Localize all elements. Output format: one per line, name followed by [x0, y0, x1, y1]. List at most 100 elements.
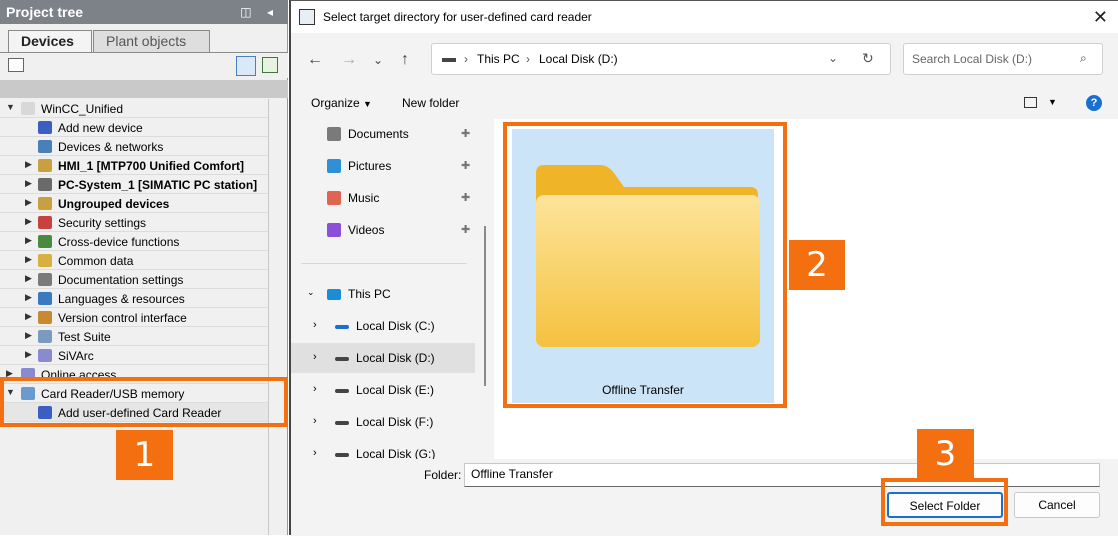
view-options-icon[interactable]	[1024, 97, 1037, 108]
tree-item[interactable]: ▶ Test Suite	[0, 327, 268, 346]
organize-menu[interactable]: Organize ▼	[311, 96, 372, 110]
tree-item[interactable]: ▶ Version control interface	[0, 308, 268, 327]
expand-chevron-icon[interactable]: ›	[313, 319, 317, 331]
collapse-arrow-icon[interactable]: ▶	[25, 235, 32, 246]
tab-plant-objects[interactable]: Plant objects	[93, 30, 210, 52]
tree-node-icon	[38, 140, 52, 153]
refresh-icon[interactable]: ↻	[862, 50, 874, 67]
tree-item-label: Security settings	[58, 216, 147, 230]
nav-label: Videos	[348, 223, 385, 237]
new-folder-button[interactable]: New folder	[402, 96, 459, 110]
tree-node-icon	[21, 102, 35, 115]
search-icon[interactable]: ⌕	[1080, 51, 1087, 66]
tree-item-label: Documentation settings	[58, 273, 184, 287]
nav-label: Local Disk (F:)	[356, 415, 434, 429]
nav-item-this-pc[interactable]: ⌄ This PC	[291, 279, 475, 309]
highlight-card-reader	[0, 377, 288, 427]
collapse-arrow-icon[interactable]: ▶	[25, 349, 32, 360]
library-icon	[327, 223, 341, 237]
callout-badge-1: 1	[116, 430, 173, 480]
tree-item[interactable]: ▼ WinCC_Unified	[0, 99, 268, 118]
expand-chevron-icon[interactable]: ›	[313, 383, 317, 395]
expand-chevron-icon[interactable]: ⌄	[307, 287, 315, 298]
tree-item[interactable]: ▶ Languages & resources	[0, 289, 268, 308]
address-bar[interactable]: › This PC › Local Disk (D:) ⌄ ↻	[431, 43, 891, 75]
expand-chevron-icon[interactable]: ›	[313, 415, 317, 427]
collapse-arrow-icon[interactable]: ▶	[25, 292, 32, 303]
nav-item-drive[interactable]: › Local Disk (D:)	[291, 343, 475, 373]
breadcrumb-this-pc[interactable]: This PC	[477, 52, 520, 66]
tree-item-label: HMI_1 [MTP700 Unified Comfort]	[58, 159, 245, 173]
nav-item-drive[interactable]: › Local Disk (E:)	[291, 375, 475, 405]
collapse-arrow-icon[interactable]: ▶	[25, 330, 32, 341]
tree-node-icon	[38, 330, 52, 343]
project-tree-toolbar	[0, 52, 288, 78]
nav-scrollbar[interactable]	[484, 226, 486, 386]
tree-node-icon	[38, 121, 52, 134]
nav-label: Music	[348, 191, 380, 205]
tree-node-icon	[38, 159, 52, 172]
nav-item-quick-access[interactable]: Documents ✚	[291, 119, 475, 149]
help-icon[interactable]: ?	[1086, 95, 1102, 111]
tree-item[interactable]: Devices & networks	[0, 137, 268, 156]
nav-item-drive[interactable]: › Local Disk (F:)	[291, 407, 475, 437]
pin-icon[interactable]: ✚	[461, 223, 470, 236]
drive-icon	[335, 389, 349, 393]
tree-item[interactable]: ▶ HMI_1 [MTP700 Unified Comfort]	[0, 156, 268, 175]
collapse-arrow-icon[interactable]: ▶	[25, 254, 32, 265]
tab-devices[interactable]: Devices	[8, 30, 92, 52]
up-arrow-icon[interactable]: ↑	[401, 51, 409, 69]
nav-label: Local Disk (D:)	[356, 351, 435, 365]
properties-icon[interactable]	[8, 58, 24, 72]
collapse-arrow-icon[interactable]: ▶	[25, 273, 32, 284]
tree-item[interactable]: ▶ Security settings	[0, 213, 268, 232]
search-box[interactable]: Search Local Disk (D:) ⌕	[903, 43, 1103, 75]
nav-item-quick-access[interactable]: Music ✚	[291, 183, 475, 213]
library-icon	[327, 127, 341, 141]
expand-chevron-icon[interactable]: ›	[313, 447, 317, 459]
pin-icon[interactable]: ✚	[461, 159, 470, 172]
tree-item[interactable]: ▶ Common data	[0, 251, 268, 270]
tree-item-label: Version control interface	[58, 311, 187, 325]
tree-item[interactable]: ▶ PC-System_1 [SIMATIC PC station]	[0, 175, 268, 194]
nav-item-quick-access[interactable]: Videos ✚	[291, 215, 475, 245]
pin-icon[interactable]: ✚	[461, 127, 470, 140]
nav-item-drive[interactable]: › Local Disk (C:)	[291, 311, 475, 341]
tree-item[interactable]: ▶ Documentation settings	[0, 270, 268, 289]
tree-item[interactable]: Add new device	[0, 118, 268, 137]
library-icon	[327, 159, 341, 173]
command-bar: Organize ▼ New folder ▼ ?	[291, 85, 1118, 119]
tree-node-icon	[38, 235, 52, 248]
collapse-arrow-icon[interactable]: ▶	[25, 178, 32, 189]
tree-item-label: Ungrouped devices	[58, 197, 170, 211]
address-dropdown-chevron-icon[interactable]: ⌄	[828, 51, 838, 65]
forward-arrow-icon[interactable]: →	[341, 51, 357, 69]
collapse-arrow-icon[interactable]: ▶	[25, 216, 32, 227]
breadcrumb-separator-icon: ›	[526, 52, 530, 66]
tree-item[interactable]: ▶ SiVArc	[0, 346, 268, 365]
view-chevron-down-icon[interactable]: ▼	[1048, 97, 1057, 107]
close-icon[interactable]: ✕	[1093, 7, 1108, 28]
tree-item-label: Common data	[58, 254, 134, 268]
tree-node-icon	[38, 197, 52, 210]
cancel-button[interactable]: Cancel	[1014, 492, 1100, 518]
expand-chevron-icon[interactable]: ›	[313, 351, 317, 363]
expand-arrow-icon[interactable]: ▼	[6, 102, 15, 112]
details-view-icon[interactable]	[236, 56, 256, 76]
nav-divider	[301, 263, 467, 264]
export-icon[interactable]	[262, 57, 278, 73]
tree-node-icon	[38, 254, 52, 267]
recent-locations-chevron-icon[interactable]: ⌄	[373, 53, 383, 67]
collapse-arrow-icon[interactable]: ▶	[25, 311, 32, 322]
tree-item[interactable]: ▶ Ungrouped devices	[0, 194, 268, 213]
collapse-arrow-icon[interactable]: ▶	[25, 197, 32, 208]
collapse-arrow-icon[interactable]: ▶	[25, 159, 32, 170]
pin-icon[interactable]: ✚	[461, 191, 470, 204]
dialog-title-bar: Select target directory for user-defined…	[291, 1, 1118, 33]
breadcrumb-local-disk-d[interactable]: Local Disk (D:)	[539, 52, 618, 66]
tree-item[interactable]: ▶ Cross-device functions	[0, 232, 268, 251]
tree-node-icon	[38, 273, 52, 286]
panel-dock-icons[interactable]: ◫ ◂	[240, 5, 279, 19]
nav-item-quick-access[interactable]: Pictures ✚	[291, 151, 475, 181]
back-arrow-icon[interactable]: ←	[307, 51, 323, 69]
